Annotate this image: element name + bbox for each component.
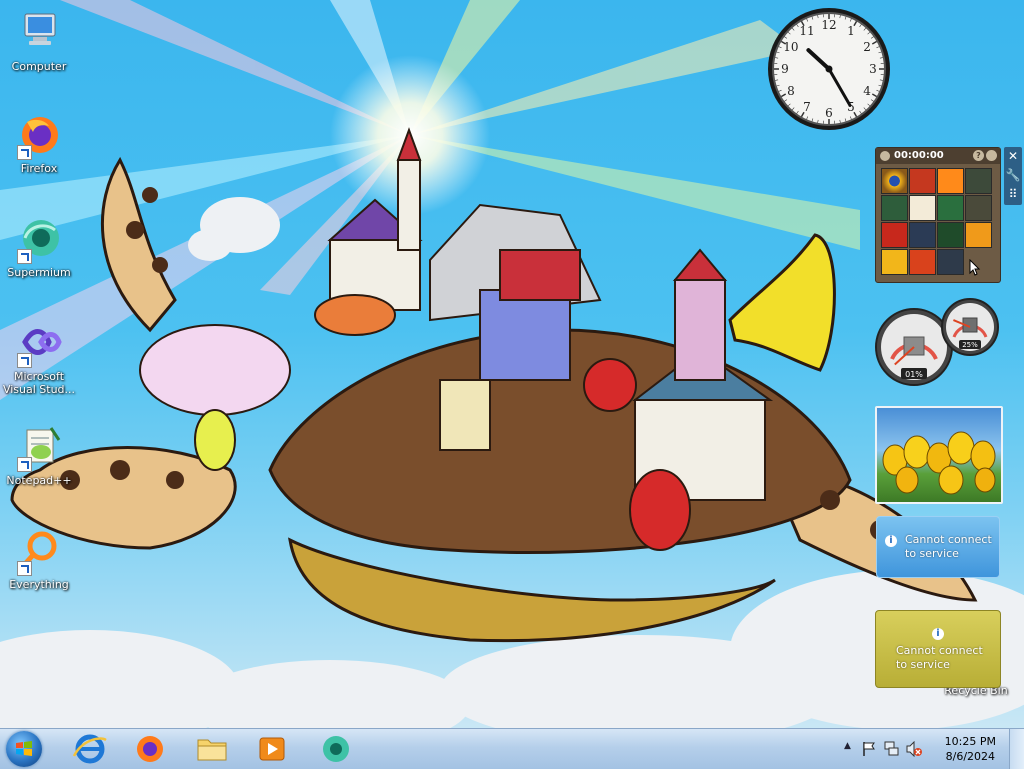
show-hidden-icons-button[interactable]: ▲ (844, 741, 851, 751)
show-desktop-button[interactable] (1009, 729, 1024, 769)
taskbar-internet-explorer[interactable] (64, 732, 116, 766)
currency-message-line2: to service (896, 658, 983, 672)
drag-gadget-handle[interactable]: ⠿ (1004, 185, 1022, 204)
system-date: 8/6/2024 (945, 749, 996, 764)
clock-numeral: 6 (825, 106, 833, 120)
weather-message-line1: Cannot connect (905, 533, 992, 547)
currency-gadget[interactable]: i Cannot connect to service (875, 610, 1001, 688)
everything-icon (15, 528, 63, 576)
info-icon: i (885, 535, 897, 547)
info-icon: i (932, 628, 944, 640)
taskbar-firefox[interactable] (124, 732, 176, 766)
puzzle-tile[interactable] (937, 168, 964, 194)
clock-numeral: 1 (847, 24, 855, 38)
taskbar-media-player[interactable] (246, 732, 298, 766)
taskbar-windows-explorer[interactable] (186, 732, 238, 766)
desktop[interactable]: Computer Firefox Supermium (0, 0, 1024, 728)
clock-numeral: 3 (869, 62, 877, 76)
puzzle-tile[interactable] (937, 195, 964, 221)
mouse-cursor-icon (969, 259, 981, 277)
desktop-icon-everything[interactable]: Everything (1, 528, 77, 591)
picture-puzzle-gadget[interactable]: 00:00:00 ? (875, 147, 1001, 283)
puzzle-tile[interactable] (881, 195, 908, 221)
system-time: 10:25 PM (945, 734, 996, 749)
cpu-meter-gadget[interactable]: 01% 25% (874, 297, 1000, 389)
desktop-icon-computer[interactable]: Computer (1, 10, 77, 73)
supermium-icon (15, 216, 63, 264)
start-button[interactable] (6, 731, 42, 767)
memory-percent: 25% (962, 341, 978, 349)
desktop-icon-label: Supermium (1, 266, 77, 279)
puzzle-show-picture-icon[interactable] (880, 151, 890, 161)
clock-numeral: 9 (781, 62, 789, 76)
desktop-icon-label: Everything (1, 578, 77, 591)
shortcut-arrow-icon (17, 249, 32, 264)
clock-numeral: 8 (787, 84, 795, 98)
puzzle-tile[interactable] (937, 249, 964, 275)
system-clock[interactable]: 10:25 PM 8/6/2024 (945, 734, 996, 764)
supermium-icon (310, 732, 362, 766)
desktop-icon-notepadpp[interactable]: Notepad++ (1, 424, 77, 487)
puzzle-tile[interactable] (881, 168, 908, 194)
puzzle-tile[interactable] (881, 249, 908, 275)
visual-studio-icon (15, 320, 63, 368)
puzzle-tile[interactable] (881, 222, 908, 248)
folder-icon (186, 732, 238, 766)
clock-gadget[interactable]: 121234567891011 (766, 6, 892, 132)
taskbar-supermium[interactable] (310, 732, 362, 766)
notification-area: ▲ 10:25 PM 8/6/2024 (834, 729, 1024, 769)
shortcut-arrow-icon (17, 353, 32, 368)
desktop-icon-label: Firefox (1, 162, 77, 175)
clock-numeral: 11 (799, 24, 814, 38)
puzzle-help-button[interactable]: ? (973, 150, 984, 161)
media-player-icon (246, 732, 298, 766)
puzzle-tile[interactable] (909, 168, 936, 194)
desktop-icon-supermium[interactable]: Supermium (1, 216, 77, 279)
network-icon[interactable] (884, 740, 900, 758)
windows-logo-icon (6, 731, 42, 767)
firefox-icon (15, 112, 63, 160)
cpu-percent: 01% (905, 370, 923, 379)
volume-muted-icon[interactable] (906, 741, 922, 757)
action-center-flag-icon[interactable] (862, 741, 876, 757)
clock-numeral: 10 (783, 40, 798, 54)
weather-gadget[interactable]: i Cannot connect to service (876, 516, 1000, 578)
clock-numeral: 4 (863, 84, 871, 98)
weather-message-line2: to service (905, 547, 992, 561)
clock-numeral: 12 (821, 18, 836, 32)
tulips-photo (877, 408, 1001, 502)
close-gadget-button[interactable]: ✕ (1004, 147, 1022, 166)
desktop-icon-firefox[interactable]: Firefox (1, 112, 77, 175)
currency-message-line1: Cannot connect (896, 644, 983, 658)
clock-numeral: 7 (803, 100, 811, 114)
internet-explorer-icon (64, 732, 116, 766)
puzzle-tile[interactable] (965, 168, 992, 194)
firefox-icon (124, 732, 176, 766)
shortcut-arrow-icon (17, 145, 32, 160)
gadget-toolbar: ✕ 🔧 ⠿ (1004, 147, 1022, 205)
desktop-icon-visual-studio[interactable]: Microsoft Visual Stud... (1, 320, 77, 396)
desktop-icon-label: Microsoft Visual Stud... (1, 370, 77, 396)
taskbar: ▲ 10:25 PM 8/6/2024 (0, 728, 1024, 769)
desktop-icon-label: Notepad++ (1, 474, 77, 487)
puzzle-solve-button[interactable] (986, 150, 997, 161)
puzzle-tile[interactable] (965, 222, 992, 248)
shortcut-arrow-icon (17, 457, 32, 472)
gadget-options-button[interactable]: 🔧 (1004, 166, 1022, 185)
puzzle-tile[interactable] (937, 222, 964, 248)
puzzle-tile[interactable] (909, 195, 936, 221)
puzzle-tile[interactable] (909, 249, 936, 275)
computer-icon (15, 10, 63, 58)
clock-numeral: 2 (863, 40, 871, 54)
puzzle-title-bar: 00:00:00 ? (876, 148, 1000, 164)
notepadpp-icon (15, 424, 63, 472)
shortcut-arrow-icon (17, 561, 32, 576)
puzzle-tile[interactable] (909, 222, 936, 248)
puzzle-timer: 00:00:00 (894, 150, 944, 161)
slideshow-gadget[interactable] (875, 406, 1003, 504)
puzzle-tile[interactable] (965, 195, 992, 221)
desktop-icon-label: Computer (1, 60, 77, 73)
